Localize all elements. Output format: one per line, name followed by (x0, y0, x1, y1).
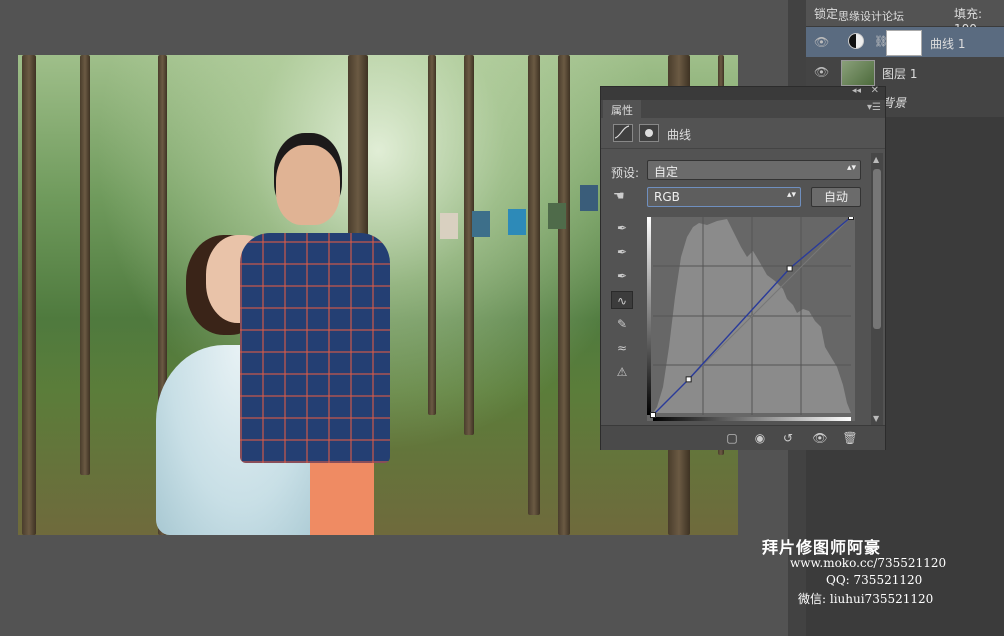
auto-button[interactable]: 自动 (811, 187, 861, 207)
properties-footer: ▢ ◉ ↺ 👁 🗑 (601, 425, 885, 450)
watermark-text: 思缘设计论坛 (838, 10, 904, 23)
panel-scrollbar[interactable]: ▲ ▼ (871, 153, 883, 425)
scroll-up-icon[interactable]: ▲ (873, 155, 879, 164)
white-point-eyedropper-icon[interactable]: ✒ (611, 267, 633, 285)
photo-flag (472, 211, 490, 237)
tree-trunk (558, 55, 570, 535)
clip-to-layer-icon[interactable]: ▢ (723, 429, 741, 447)
panel-menu-icon[interactable]: ▾☰ (867, 102, 881, 113)
photo-groom (240, 145, 400, 535)
dropdown-arrow-icon: ▴▾ (846, 163, 856, 173)
photo-flag (548, 203, 566, 229)
curve-point[interactable] (650, 412, 656, 418)
lock-label: 锁定 (814, 7, 839, 21)
close-icon[interactable]: ✕ (871, 85, 879, 96)
gray-point-eyedropper-icon[interactable]: ✒ (611, 243, 633, 261)
adjustment-layer-icon (848, 33, 864, 49)
properties-panel: ◂◂ ✕ 属性 ▾☰ 曲线 预设: 自定 ▴▾ ☚ RGB ▴▾ 自动 ✒ ✒ … (600, 85, 886, 450)
panel-tabs: 属性 ▾☰ (601, 100, 885, 120)
layer-name: 图层 1 (882, 67, 918, 81)
photo-jacket (240, 233, 390, 463)
edit-points-curve-icon[interactable]: ∿ (611, 291, 633, 309)
photo-flag (440, 213, 458, 239)
layer-row-layer1[interactable]: 👁 图层 1 (806, 57, 1004, 87)
preset-select[interactable]: 自定 ▴▾ (647, 160, 861, 180)
pencil-draw-icon[interactable]: ✎ (611, 315, 633, 333)
channel-value: RGB (654, 190, 680, 204)
credit-website: www.moko.cc/735521120 (790, 556, 947, 570)
photo-flag (580, 185, 598, 211)
output-gradient-bar (647, 217, 651, 415)
tree-trunk (22, 55, 36, 535)
layer-name: 曲线 1 (930, 37, 966, 51)
layer-mask-thumbnail[interactable] (886, 30, 922, 56)
dropdown-arrow-icon: ▴▾ (786, 190, 796, 200)
preset-value: 自定 (654, 165, 679, 179)
preset-label: 预设: (611, 166, 640, 180)
channel-select[interactable]: RGB ▴▾ (647, 187, 801, 207)
tab-properties[interactable]: 属性 (603, 100, 641, 120)
trash-icon[interactable]: 🗑 (841, 429, 859, 447)
mask-icon[interactable] (639, 124, 659, 142)
curve-point[interactable] (848, 217, 854, 220)
smooth-curve-icon[interactable]: ≈ (611, 339, 633, 357)
black-point-eyedropper-icon[interactable]: ✒ (611, 219, 633, 237)
visibility-eye-icon[interactable]: 👁 (814, 35, 829, 49)
adjustment-title: 曲线 (667, 128, 692, 142)
reset-icon[interactable]: ↺ (779, 429, 797, 447)
credit-name: 拜片修图师阿豪 (762, 538, 882, 557)
tree-trunk (464, 55, 474, 435)
photo-groom-head (276, 145, 340, 225)
curves-adjustment-icon[interactable] (613, 124, 633, 142)
targeted-adjustment-hand-icon[interactable]: ☚ (613, 189, 625, 204)
layers-toolbar: 锁定 思缘设计论坛 填充: 100 (806, 0, 1004, 36)
scroll-down-icon[interactable]: ▼ (873, 414, 879, 423)
scrollbar-thumb[interactable] (873, 169, 881, 329)
photo-flag (508, 209, 526, 235)
photo-pants (310, 463, 374, 535)
input-gradient-bar (653, 417, 851, 421)
toggle-visibility-icon[interactable]: 👁 (811, 429, 829, 447)
tree-trunk (428, 55, 436, 415)
view-previous-state-icon[interactable]: ◉ (751, 429, 769, 447)
layer-row-curves[interactable]: 👁 ⛓ 曲线 1 (806, 27, 1004, 57)
clipping-warning-icon[interactable]: ⚠ (611, 363, 633, 381)
credit-qq: QQ: 735521120 (826, 573, 923, 587)
curve-point[interactable] (786, 265, 793, 272)
properties-header: 曲线 (601, 118, 885, 149)
tree-trunk (528, 55, 540, 515)
layer-thumbnail (841, 60, 875, 86)
panel-title-bar[interactable]: ◂◂ ✕ (601, 85, 885, 100)
collapse-icon[interactable]: ◂◂ (852, 86, 861, 96)
credit-wechat: 微信: liuhui735521120 (798, 592, 934, 606)
curve-point[interactable] (685, 376, 692, 383)
tree-trunk (80, 55, 90, 475)
curve-graph[interactable] (647, 217, 855, 421)
visibility-eye-icon[interactable]: 👁 (814, 65, 829, 79)
